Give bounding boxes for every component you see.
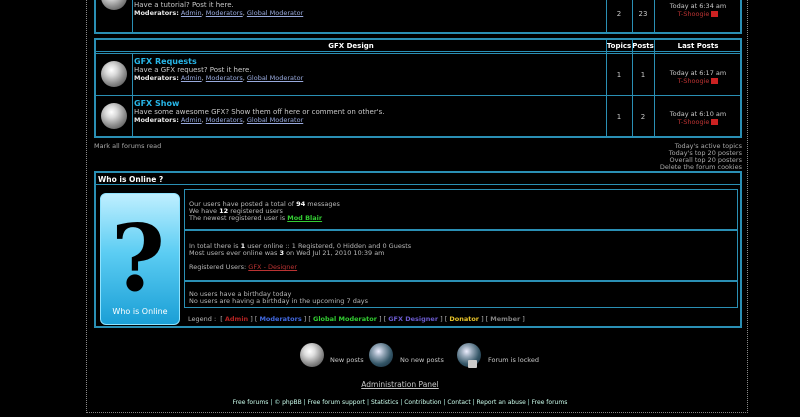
online-most: Most users ever online was 3 on Wed Jul … — [189, 249, 385, 257]
col-posts: Posts — [632, 42, 654, 50]
category-title[interactable]: GFX Design — [96, 42, 606, 50]
footer-statistics[interactable]: Statistics — [371, 399, 398, 406]
forum-moderators: Moderators: Admin, Moderators, Global Mo… — [134, 74, 304, 82]
moderator-link-global[interactable]: Global Moderator — [247, 74, 303, 82]
moderator-link-global[interactable]: Global Moderator — [247, 9, 303, 17]
birthday-cell: No users have a birthday today No users … — [184, 281, 738, 308]
new-posts-label: New posts — [330, 356, 364, 364]
moderator-link-admin[interactable]: Admin — [181, 116, 202, 124]
online-user-link[interactable]: GFX - Designer — [248, 263, 297, 271]
forum-status-icon — [101, 0, 127, 10]
topics-count: 1 — [616, 71, 622, 79]
forum-status-icon — [101, 61, 127, 87]
forum-title-link[interactable]: GFX Show — [134, 99, 385, 108]
stats-cell: Our users have posted a total of 94 mess… — [184, 189, 738, 230]
moderators-label: Moderators: — [134, 116, 179, 124]
footer-copyright: © — [274, 399, 281, 406]
no-new-posts-label: No new posts — [400, 356, 444, 364]
no-new-posts-icon — [369, 343, 393, 367]
legend-gfx-designer[interactable]: GFX Designer — [388, 315, 438, 323]
legend-label: Legend : — [188, 315, 217, 323]
last-post-user[interactable]: T-Shoogie — [678, 77, 710, 85]
goto-post-icon[interactable] — [711, 78, 719, 84]
col-topics: Topics — [606, 42, 632, 50]
who-is-online-caption: Who is Online — [112, 307, 168, 316]
last-post-info: Today at 6:34 am T-Shoogie — [654, 2, 742, 18]
posts-count: 1 — [640, 71, 646, 79]
last-post-time: Today at 6:17 am — [669, 69, 727, 77]
forum-status-cell — [96, 54, 133, 95]
topics-count: 2 — [616, 10, 622, 18]
padlock-icon — [468, 360, 477, 368]
forum-status-cell — [96, 96, 133, 137]
footer-support[interactable]: Free forum support — [308, 399, 365, 406]
posts-count: 2 — [640, 113, 646, 121]
forum-row: GFX Requests Have a GFX request? Post it… — [96, 53, 740, 95]
who-is-online-panel: Who is Online ? ? Who is Online Our user… — [94, 171, 742, 328]
locked-label: Forum is locked — [488, 356, 539, 364]
registered-users-online: Registered Users: GFX - Designer — [189, 263, 298, 271]
moderator-link-global[interactable]: Global Moderator — [247, 116, 303, 124]
last-post-time: Today at 6:10 am — [669, 110, 727, 118]
question-mark-icon: ? — [111, 204, 165, 312]
moderator-link-admin[interactable]: Admin — [181, 9, 202, 17]
last-post-time: Today at 6:34 am — [669, 2, 727, 10]
last-post-info: Today at 6:17 am T-Shoogie — [654, 69, 742, 85]
forum-status-cell — [96, 0, 133, 32]
forum-status-icon — [101, 103, 127, 129]
footer-contribution[interactable]: Contribution — [404, 399, 441, 406]
footer-free-forums[interactable]: Free forums — [233, 399, 269, 406]
legend: Legend : [ Admin ] [ Moderators ] [ Glob… — [188, 315, 525, 323]
last-post-user[interactable]: T-Shoogie — [678, 118, 710, 126]
moderator-link-moderators[interactable]: Moderators — [206, 116, 243, 124]
mark-read-link[interactable]: Mark all forums read — [94, 142, 161, 150]
forum-moderators: Moderators: Admin, Moderators, Global Mo… — [134, 9, 304, 17]
moderator-link-moderators[interactable]: Moderators — [206, 74, 243, 82]
footer-free-forums-2[interactable]: Free forums — [532, 399, 568, 406]
legend-donator[interactable]: Donator — [449, 315, 479, 323]
forum-title-link[interactable]: GFX Requests — [134, 57, 303, 66]
forum-description: Have a tutorial? Post it here. — [134, 1, 234, 9]
footer-links: Free forums | © phpBB | Free forum suppo… — [232, 399, 568, 406]
gfx-design-table: GFX Design Topics Posts Last Posts GFX R… — [94, 38, 742, 138]
delete-cookies-link[interactable]: Delete the forum cookies — [660, 163, 742, 171]
legend-moderators[interactable]: Moderators — [259, 315, 301, 323]
who-is-online-title: Who is Online ? — [96, 173, 740, 185]
online-users-cell: In total there is 1 user online :: 1 Reg… — [184, 230, 738, 281]
footer-contact[interactable]: Contact — [447, 399, 470, 406]
moderator-link-admin[interactable]: Admin — [181, 74, 202, 82]
tutorials-forum-table: Have a tutorial? Post it here. Moderator… — [94, 0, 742, 34]
topics-count: 1 — [616, 113, 622, 121]
footer-phpbb[interactable]: phpBB — [282, 399, 302, 406]
goto-post-icon[interactable] — [711, 11, 719, 17]
last-post-user[interactable]: T-Shoogie — [678, 10, 710, 18]
newest-user-link[interactable]: Mod Blair — [287, 214, 322, 222]
stats-newest: The newest registered user is Mod Blair — [189, 214, 323, 222]
footer-report-abuse[interactable]: Report an abuse — [477, 399, 526, 406]
col-last-posts: Last Posts — [677, 42, 719, 50]
birthday-upcoming: No users are having a birthday in the up… — [189, 297, 369, 305]
new-posts-icon — [300, 343, 324, 367]
last-post-info: Today at 6:10 am T-Shoogie — [654, 110, 742, 126]
moderators-label: Moderators: — [134, 9, 179, 17]
forum-moderators: Moderators: Admin, Moderators, Global Mo… — [134, 116, 304, 124]
goto-post-icon[interactable] — [711, 119, 719, 125]
admin-panel-link[interactable]: Administration Panel — [0, 380, 800, 389]
forum-description: Have a GFX request? Post it here. — [134, 66, 252, 74]
who-is-online-image: ? Who is Online — [100, 193, 180, 325]
legend-global-moderator[interactable]: Global Moderator — [313, 315, 377, 323]
forum-row: GFX Show Have some awesome GFX? Show the… — [96, 95, 740, 137]
legend-admin[interactable]: Admin — [225, 315, 248, 323]
posts-count: 23 — [638, 10, 648, 18]
category-header: GFX Design Topics Posts Last Posts — [96, 40, 740, 52]
moderators-label: Moderators: — [134, 74, 179, 82]
moderator-link-moderators[interactable]: Moderators — [206, 9, 243, 17]
forum-description: Have some awesome GFX? Show them off her… — [134, 108, 385, 116]
legend-member[interactable]: Member — [490, 315, 520, 323]
